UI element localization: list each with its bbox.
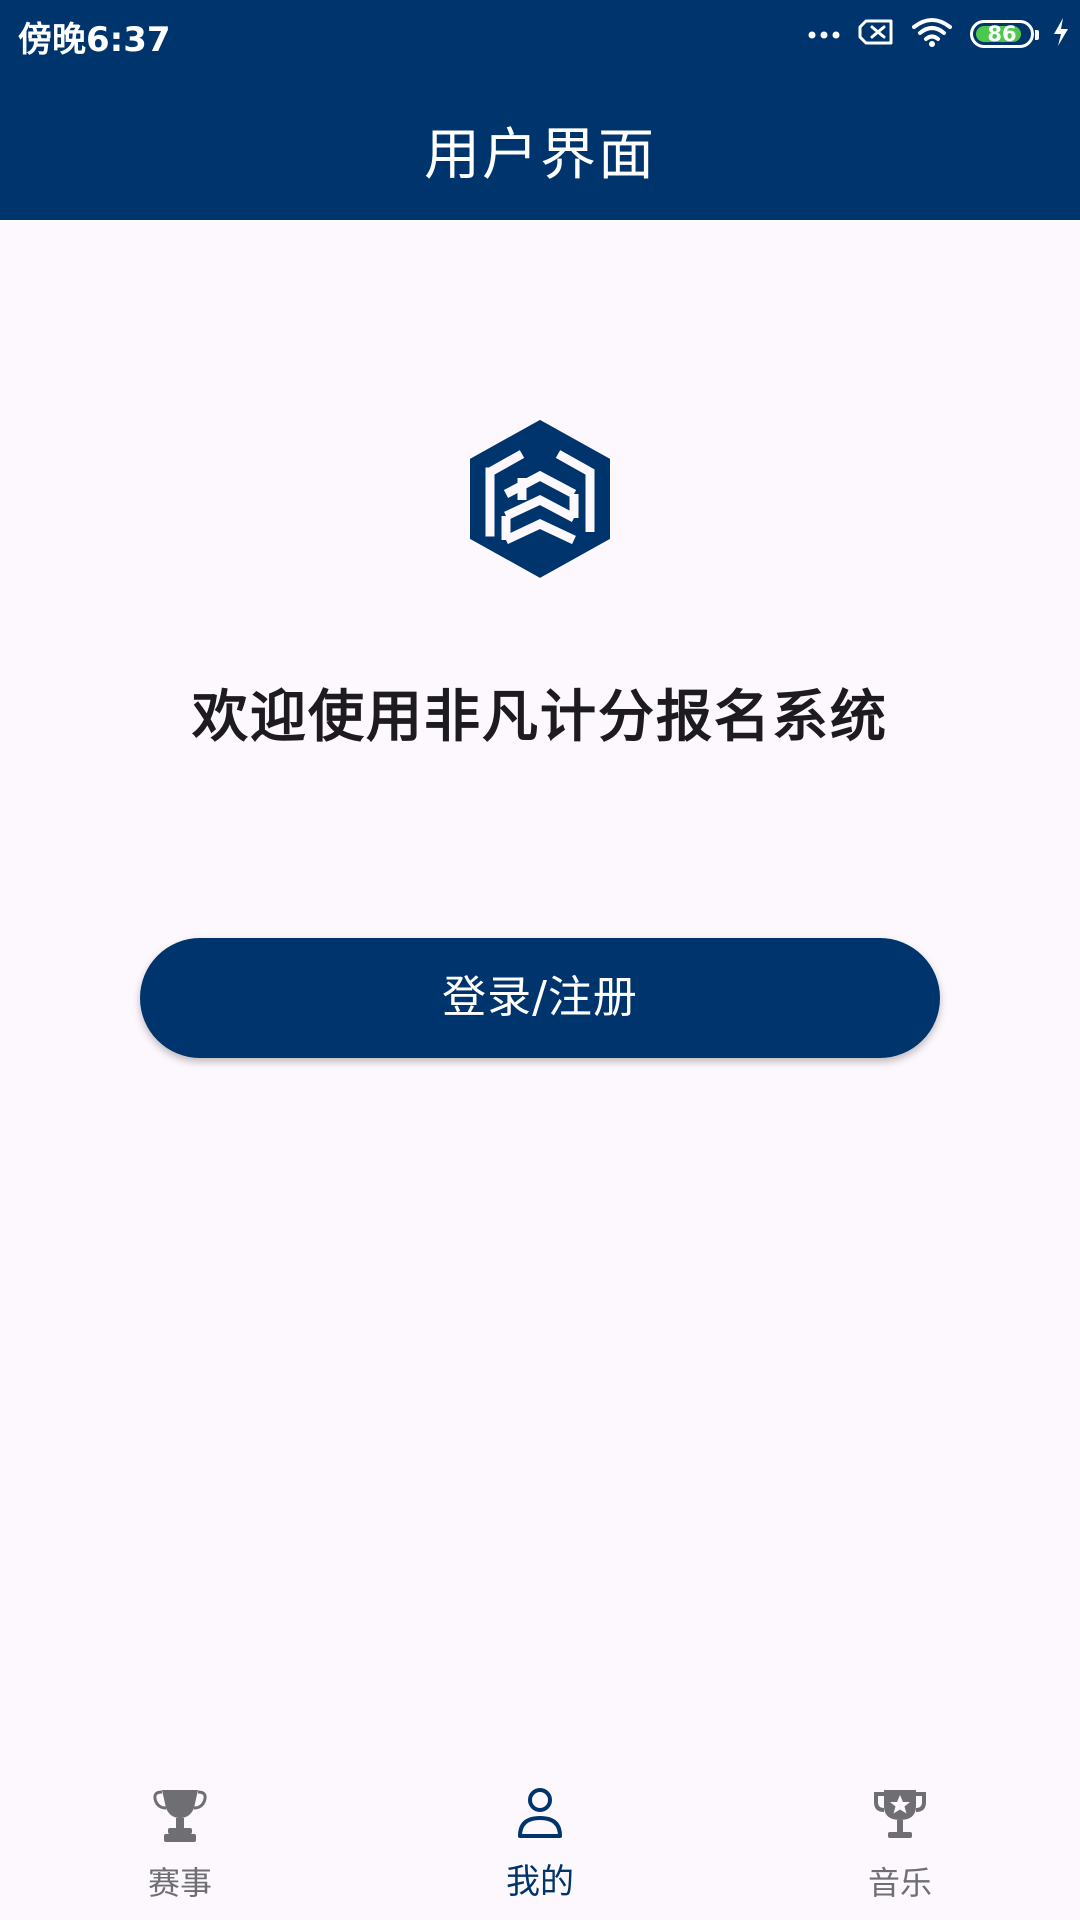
nav-item-events[interactable]: 赛事 xyxy=(80,1760,280,1920)
status-bar: 傍晚6:37 86 xyxy=(0,0,1080,66)
wifi-icon xyxy=(912,17,952,51)
nav-item-mine[interactable]: 我的 xyxy=(440,1760,640,1920)
star-trophy-icon xyxy=(870,1784,930,1844)
page-title: 用户界面 xyxy=(424,123,656,188)
app-bar: 用户界面 xyxy=(0,66,1080,220)
app-logo xyxy=(462,419,618,582)
sim-no-signal-icon xyxy=(858,18,894,50)
welcome-text: 欢迎使用非凡计分报名系统 xyxy=(192,685,888,750)
battery-label: 86 xyxy=(987,22,1017,46)
login-register-button[interactable]: 登录/注册 xyxy=(140,938,940,1058)
more-dots-icon xyxy=(808,25,840,44)
trophy-icon xyxy=(150,1784,210,1844)
nav-label-music: 音乐 xyxy=(867,1864,932,1902)
bottom-navigation: 赛事 我的 音乐 xyxy=(0,1760,1080,1920)
nav-label-mine: 我的 xyxy=(506,1862,574,1902)
battery-icon: 86 xyxy=(970,20,1039,48)
charging-bolt-icon xyxy=(1052,17,1070,51)
nav-item-music[interactable]: 音乐 xyxy=(800,1760,1000,1920)
battery-cap xyxy=(1035,30,1039,40)
status-icons: 86 xyxy=(808,16,1070,52)
person-icon xyxy=(510,1784,570,1844)
nav-label-events: 赛事 xyxy=(147,1864,212,1902)
status-time: 傍晚6:37 xyxy=(18,20,171,60)
